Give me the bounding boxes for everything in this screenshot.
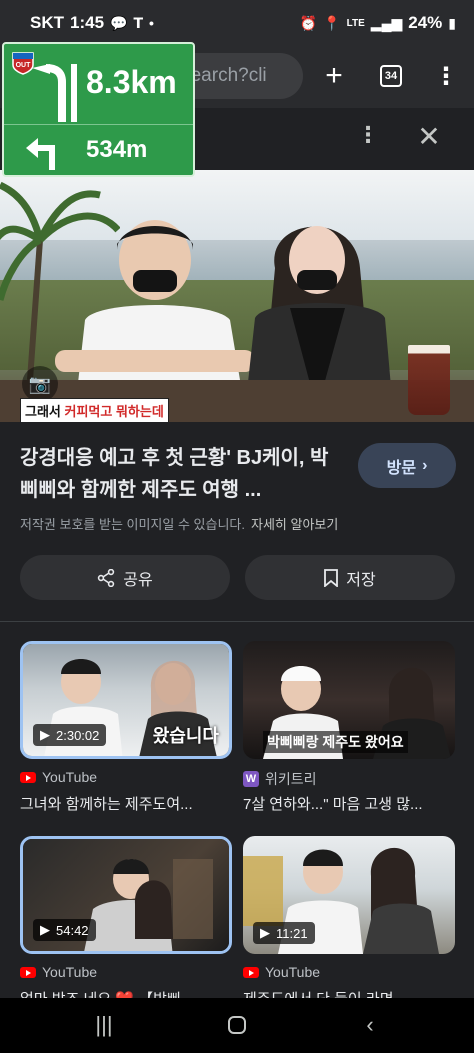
save-label: 저장: [346, 571, 376, 589]
iced-coffee-graphic: [408, 345, 450, 415]
related-thumbnail[interactable]: 왔습니다 ▶ 2:30:02: [20, 641, 232, 759]
nav-primary-row: OUT 8.3km: [4, 44, 193, 124]
source-label: YouTube: [20, 964, 97, 980]
status-left: SKT 1:45 💬 𝗧 •: [30, 13, 154, 33]
section-divider: [0, 621, 474, 622]
play-icon: ▶: [40, 922, 50, 937]
thumb-overlay-text: 박삐삐랑 제주도 왔어요: [263, 731, 408, 753]
person-left-graphic: [55, 220, 255, 410]
related-card[interactable]: 왔습니다 ▶ 2:30:02 YouTube 그녀와 함께하는 제주도여...: [20, 641, 232, 821]
system-nav-bar: ||| ‹: [0, 998, 474, 1053]
caption-part1: 그래서: [25, 404, 65, 419]
play-icon: ▶: [260, 925, 270, 940]
youtube-icon: [20, 771, 36, 783]
clock: 1:45: [70, 13, 105, 32]
alarm-icon: ⏰: [299, 14, 318, 31]
dot-icon: •: [149, 15, 154, 31]
youtube-icon: [243, 966, 259, 978]
source-name: YouTube: [42, 964, 98, 980]
status-bar: SKT 1:45 💬 𝗧 • ⏰ 📍 LTE ▂▄▆ 24% ▮: [0, 0, 474, 46]
close-button[interactable]: ✕: [412, 120, 446, 154]
nav-divider: [4, 124, 193, 125]
related-card[interactable]: ▶ 54:42 YouTube 얼마 받죠 네요 ❤️ 【박삐: [20, 836, 232, 1008]
learn-more-link[interactable]: 자세히 알아보기: [251, 517, 338, 532]
result-title[interactable]: 강경대응 예고 후 첫 근황' BJ케이, 박삐삐와 함께한 제주도 여행 ..…: [20, 442, 340, 506]
carrier-label: SKT: [30, 13, 64, 32]
save-button[interactable]: 저장: [245, 555, 455, 600]
visit-label: 방문: [386, 459, 417, 477]
more-vert-icon: ⋮: [357, 122, 379, 147]
plus-icon: +: [325, 59, 343, 92]
new-tab-button[interactable]: +: [316, 58, 352, 94]
caption-part2: 커피먹고 뭐하는데: [64, 404, 164, 419]
back-icon: ‹: [366, 1012, 374, 1037]
related-card[interactable]: 박삐삐랑 제주도 왔어요 W 위키트리 7살 연하와..." 마음 고생 많..…: [243, 641, 455, 821]
duration-text: 54:42: [56, 922, 89, 938]
battery-icon: ▮: [448, 14, 456, 31]
copyright-note: 저작권 보호를 받는 이미지일 수 있습니다. 자세히 알아보기: [20, 514, 338, 533]
card-title[interactable]: 7살 연하와..." 마음 고생 많...: [243, 793, 455, 814]
result-image[interactable]: 📷 그래서 커피먹고 뭐하는데: [0, 170, 474, 422]
bookmark-icon: [324, 568, 339, 587]
related-thumbnail[interactable]: 박삐삐랑 제주도 왔어요: [243, 641, 455, 759]
turn-left-icon: [26, 138, 55, 170]
source-label: YouTube: [243, 964, 320, 980]
browser-menu-button[interactable]: ⋮: [428, 58, 464, 94]
image-more-button[interactable]: ⋮: [356, 122, 380, 156]
share-icon: [98, 568, 115, 587]
home-button[interactable]: [217, 1010, 257, 1040]
duration-badge: ▶ 2:30:02: [33, 724, 107, 746]
card-title[interactable]: 그녀와 함께하는 제주도여...: [20, 793, 232, 814]
person-right-graphic: [245, 226, 393, 410]
close-icon: ✕: [417, 121, 441, 152]
duration-text: 2:30:02: [56, 727, 100, 743]
wikitree-icon: W: [243, 771, 259, 787]
source-label: W 위키트리: [243, 769, 317, 789]
source-name: YouTube: [265, 964, 321, 980]
navigation-overlay[interactable]: OUT 8.3km 534m: [2, 42, 195, 177]
location-icon: 📍: [323, 14, 341, 31]
back-button[interactable]: ‹: [350, 1010, 390, 1040]
source-label: YouTube: [20, 769, 97, 785]
nav-distance-secondary: 534m: [86, 136, 148, 163]
chevron-right-icon: ›: [422, 456, 428, 474]
image-caption: 그래서 커피먹고 뭐하는데: [20, 398, 169, 422]
duration-text: 11:21: [276, 925, 308, 941]
t-app-icon: 𝗧: [133, 14, 144, 31]
source-name: YouTube: [42, 769, 98, 785]
lens-search-button[interactable]: 📷: [22, 366, 58, 402]
thumb-overlay-text: 왔습니다: [152, 726, 219, 746]
duration-badge: ▶ 11:21: [253, 922, 315, 944]
related-thumbnail[interactable]: ▶ 11:21: [243, 836, 455, 954]
signal-icon: ▂▄▆: [370, 14, 403, 31]
home-icon: [228, 1016, 246, 1034]
youtube-icon: [20, 966, 36, 978]
status-right: ⏰ 📍 LTE ▂▄▆ 24% ▮: [300, 13, 456, 33]
visit-button[interactable]: 방문 ›: [358, 443, 456, 488]
related-thumbnail[interactable]: ▶ 54:42: [20, 836, 232, 954]
battery-level: 24%: [408, 13, 443, 32]
recent-apps-button[interactable]: |||: [84, 1010, 124, 1040]
more-vert-icon: ⋮: [434, 62, 458, 90]
exit-road-icon: [32, 64, 77, 122]
message-icon: 💬: [110, 14, 128, 31]
recent-apps-icon: |||: [95, 1012, 113, 1037]
nav-distance-primary: 8.3km: [86, 64, 177, 100]
duration-badge: ▶ 54:42: [33, 919, 96, 941]
copyright-text: 저작권 보호를 받는 이미지일 수 있습니다.: [20, 517, 245, 532]
share-label: 공유: [123, 571, 153, 589]
play-icon: ▶: [40, 727, 50, 742]
tab-count: 34: [380, 65, 402, 87]
related-card[interactable]: ▶ 11:21 YouTube 제주도에서 단 둘이 라면: [243, 836, 455, 1008]
share-button[interactable]: 공유: [20, 555, 230, 600]
lte-label: LTE: [346, 17, 365, 29]
tab-switcher-button[interactable]: 34: [373, 58, 409, 94]
camera-icon: 📷: [28, 373, 52, 394]
source-name: 위키트리: [265, 771, 317, 787]
